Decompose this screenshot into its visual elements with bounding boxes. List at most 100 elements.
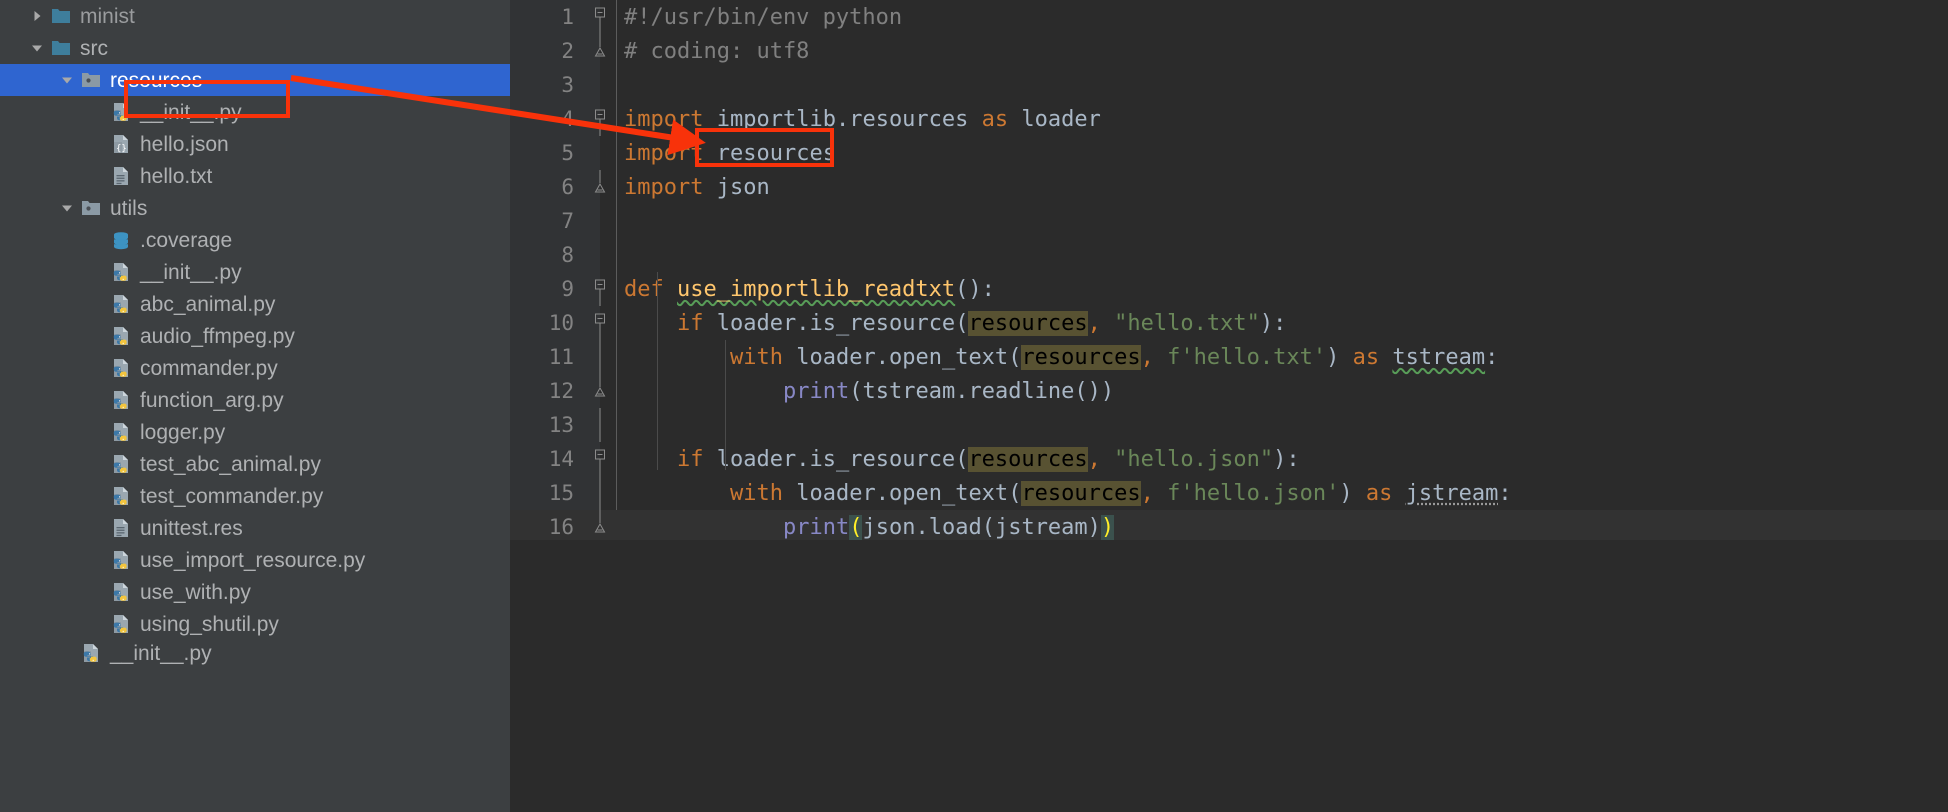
code-text: with loader.open_text(resources, f'hello… [616,481,1512,506]
tree-indent [0,592,86,593]
twisty-spacer [86,224,108,256]
tree-row-hello-txt[interactable]: hello.txt [0,160,510,192]
python-package-icon [78,64,104,96]
tree-row-label: use_with.py [134,582,251,603]
code-line[interactable]: 7 [510,204,1948,238]
twisty-spacer [86,512,108,544]
fold-toggle-icon[interactable] [584,510,616,540]
editor-pane[interactable]: 1#!/usr/bin/env python2# coding: utf83 4 i… [510,0,1948,812]
fold-toggle-icon[interactable] [584,374,616,408]
tree-row-coverage[interactable]: .coverage [0,224,510,256]
tree-row-utils[interactable]: utils [0,192,510,224]
line-number: 12 [510,379,584,403]
twisty-spacer [86,352,108,384]
tree-row-test-abc-animal-py[interactable]: test_abc_animal.py [0,448,510,480]
tree-indent [0,144,86,145]
tree-row-init-py[interactable]: __init__.py [0,256,510,288]
code-text: if loader.is_resource(resources, "hello.… [616,311,1286,336]
tree-row-audio-ffmpeg-py[interactable]: audio_ffmpeg.py [0,320,510,352]
fold-toggle-icon[interactable] [584,0,616,34]
code-text: import importlib.resources as loader [616,107,1101,132]
tree-row-label: audio_ffmpeg.py [134,326,295,347]
tree-row-function-arg-py[interactable]: function_arg.py [0,384,510,416]
tree-row-test-commander-py[interactable]: test_commander.py [0,480,510,512]
line-number: 8 [510,243,584,267]
code-text: import resources [616,141,836,166]
fold-toggle-icon[interactable] [584,34,616,68]
json-file-icon: {} [108,128,134,160]
line-number: 13 [510,413,584,437]
twisty-spacer [86,480,108,512]
code-line[interactable]: 6import json [510,170,1948,204]
tree-indent [0,464,86,465]
tree-row-src[interactable]: src [0,32,510,64]
tree-row-use-import-resource-py[interactable]: use_import_resource.py [0,544,510,576]
tree-row-using-shutil-py[interactable]: using_shutil.py [0,608,510,640]
svg-text:{}: {} [116,144,127,154]
text-file-icon [108,160,134,192]
fold-toggle-icon[interactable] [584,102,616,136]
code-line[interactable]: 1#!/usr/bin/env python [510,0,1948,34]
tree-row-label: hello.json [134,134,229,155]
tree-row-use-with-py[interactable]: use_with.py [0,576,510,608]
tree-indent [0,400,86,401]
line-number: 4 [510,107,584,131]
code-line[interactable]: 9def use_importlib_readtxt(): [510,272,1948,306]
python-file-icon [108,96,134,128]
tree-row-label: logger.py [134,422,225,443]
fold-toggle-icon[interactable] [584,170,616,204]
twisty-spacer [86,576,108,608]
tree-indent [0,653,56,654]
tree-row-label: minist [74,6,135,27]
line-number: 16 [510,515,584,539]
tree-row-unittest-res[interactable]: unittest.res [0,512,510,544]
project-tool-window[interactable]: ministsrcresources__init__.py{}hello.jso… [0,0,510,812]
tree-row-init-py[interactable]: __init__.py [0,96,510,128]
fold-toggle-icon[interactable] [584,306,616,340]
twisty-spacer [86,320,108,352]
fold-toggle-icon[interactable] [584,272,616,306]
tree-row-minist[interactable]: minist [0,0,510,32]
chevron-down-icon[interactable] [56,64,78,96]
tree-indent [0,528,86,529]
twisty-spacer [56,637,78,669]
python-package-icon [78,192,104,224]
code-text: if loader.is_resource(resources, "hello.… [616,447,1300,472]
code-line[interactable]: 16 print(json.load(jstream)) [510,510,1948,540]
fold-guide [584,340,616,374]
fold-toggle-icon[interactable] [584,442,616,476]
chevron-right-icon[interactable] [26,0,48,32]
twisty-spacer [86,544,108,576]
tree-row-init-py[interactable]: __init__.py [0,640,510,666]
code-line[interactable]: 4 import importlib.resources as loader [510,102,1948,136]
tree-indent [0,272,86,273]
code-area[interactable]: 1#!/usr/bin/env python2# coding: utf83 4 i… [510,0,1948,540]
line-number: 15 [510,481,584,505]
tree-indent [0,208,56,209]
code-line[interactable]: 5 import resources [510,136,1948,170]
twisty-spacer [86,384,108,416]
tree-row-label: utils [104,198,147,219]
code-line[interactable]: 10 if loader.is_resource(resources, "hel… [510,306,1948,340]
code-line[interactable]: 3 [510,68,1948,102]
chevron-down-icon[interactable] [26,32,48,64]
tree-row-logger-py[interactable]: logger.py [0,416,510,448]
tree-row-label: unittest.res [134,518,243,539]
line-number: 2 [510,39,584,63]
python-file-icon [108,288,134,320]
folder-icon [48,32,74,64]
line-number: 5 [510,141,584,165]
code-line[interactable]: 15 with loader.open_text(resources, f'he… [510,476,1948,510]
tree-indent [0,48,26,49]
code-line[interactable]: 2# coding: utf8 [510,34,1948,68]
python-file-icon [108,576,134,608]
chevron-down-icon[interactable] [56,192,78,224]
python-file-icon [108,384,134,416]
tree-row-hello-json[interactable]: {} hello.json [0,128,510,160]
tree-indent [0,80,56,81]
tree-row-abc-animal-py[interactable]: abc_animal.py [0,288,510,320]
tree-row-commander-py[interactable]: commander.py [0,352,510,384]
tree-indent [0,112,86,113]
tree-row-resources[interactable]: resources [0,64,510,96]
code-line[interactable]: 8 [510,238,1948,272]
